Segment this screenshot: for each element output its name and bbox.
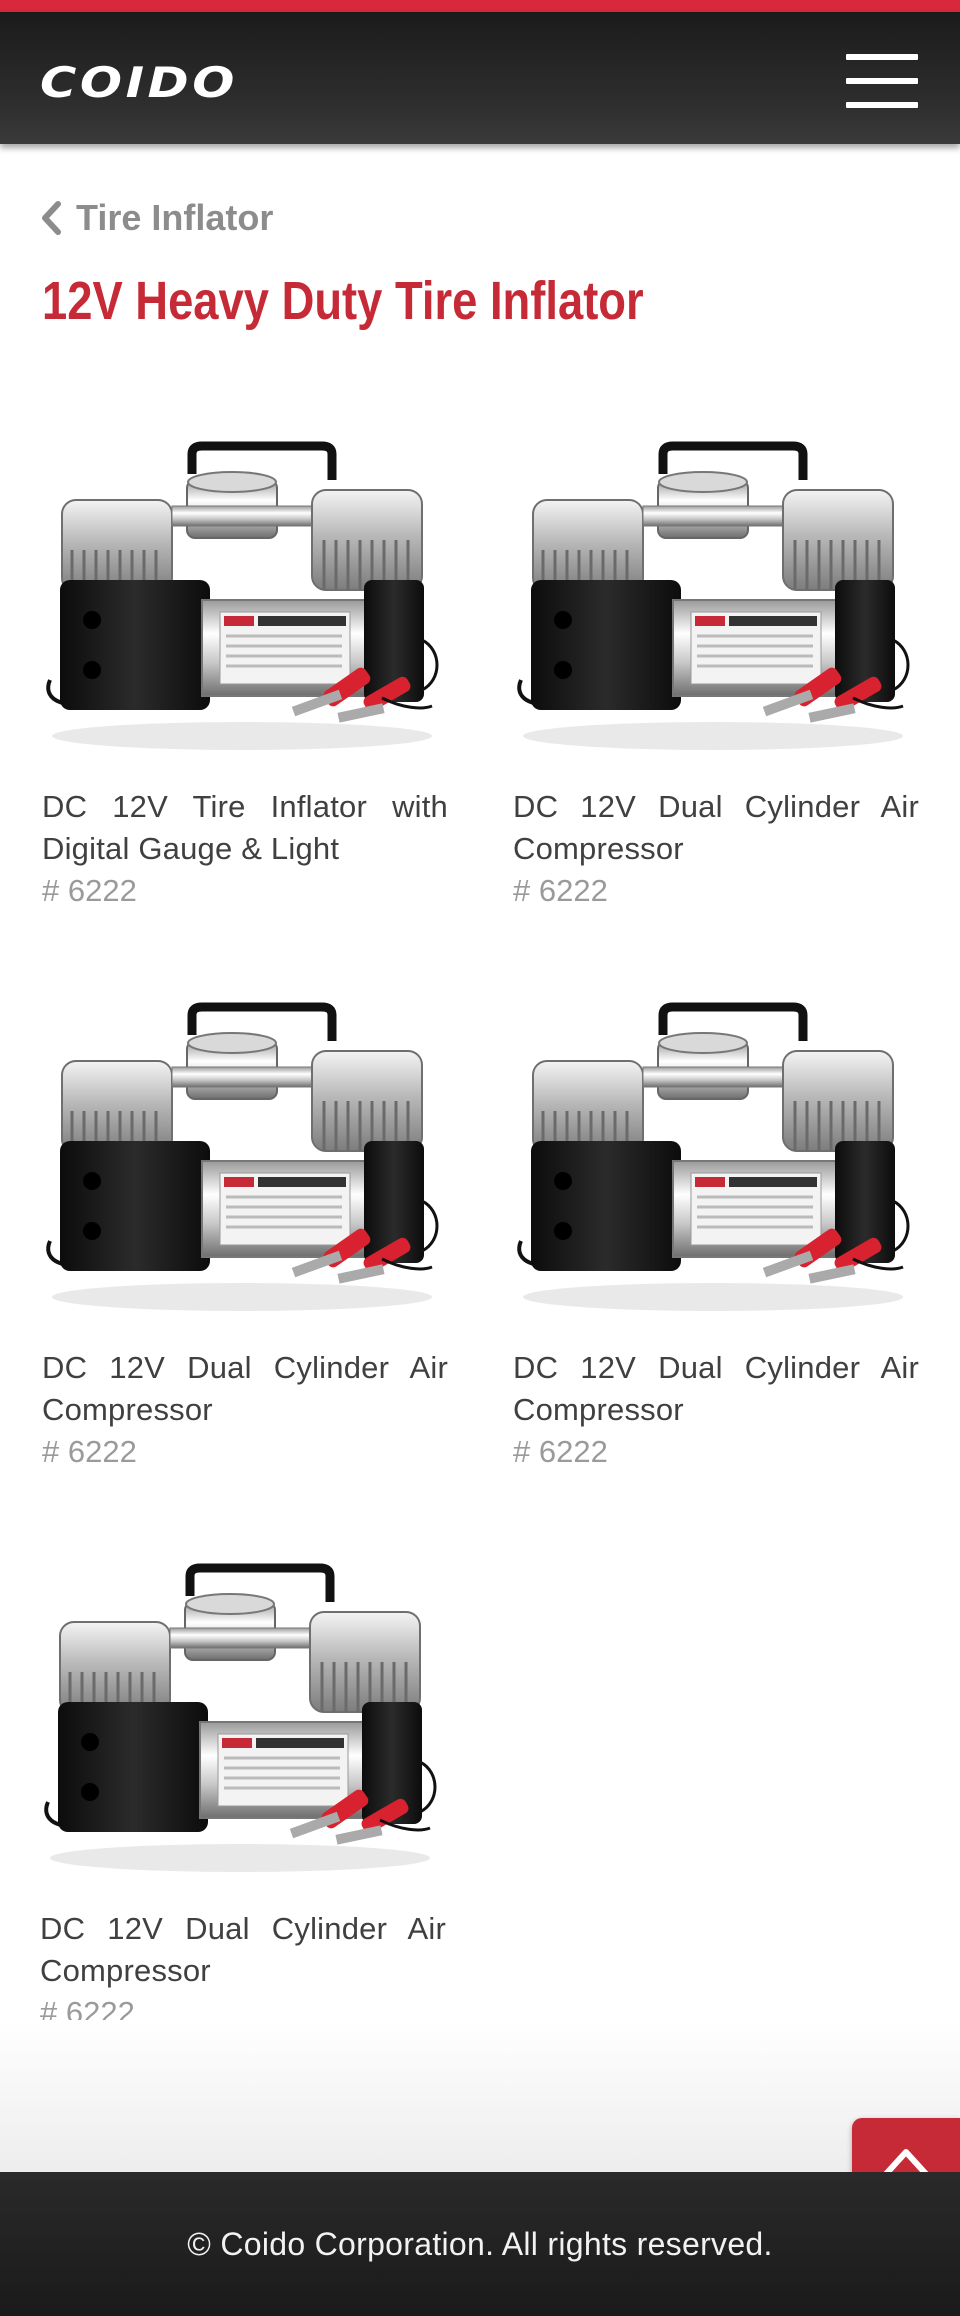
page-title: 12V Heavy Duty Tire Inflator [42,271,644,331]
product-sku: # 6222 [513,1434,608,1469]
product-name[interactable]: DC 12V Tire Inflator with Digital Gauge … [42,786,448,870]
product-image[interactable] [40,1562,446,1882]
product-image[interactable] [513,1001,919,1321]
product-sku: # 6222 [513,873,608,908]
bottom-fade [0,2020,960,2172]
product-image[interactable] [513,440,919,760]
chevron-left-icon [42,201,61,235]
product-name[interactable]: DC 12V Dual Cylinder Air Compressor [513,786,919,870]
product-image[interactable] [42,440,448,760]
product-sku: # 6222 [42,873,137,908]
breadcrumb[interactable]: Tire Inflator [40,196,273,240]
product-card[interactable]: DC 12V Dual Cylinder Air Compressor # 62… [42,1001,448,1473]
site-footer: © Coido Corporation. All rights reserved… [0,2172,960,2316]
menu-bar [846,54,918,60]
product-card[interactable]: DC 12V Dual Cylinder Air Compressor # 62… [513,1001,919,1473]
copyright-text: © Coido Corporation. All rights reserved… [187,2225,773,2262]
product-card[interactable]: DC 12V Dual Cylinder Air Compressor # 62… [513,440,919,912]
product-image[interactable] [42,1001,448,1321]
menu-bar [846,102,918,108]
breadcrumb-label: Tire Inflator [76,197,274,238]
menu-bar [846,78,918,84]
product-card[interactable]: DC 12V Dual Cylinder Air Compressor # 62… [40,1562,446,2034]
site-header: COIDO [0,12,960,144]
product-name[interactable]: DC 12V Dual Cylinder Air Compressor [42,1347,448,1431]
top-accent-stripe [0,0,960,12]
product-name[interactable]: DC 12V Dual Cylinder Air Compressor [513,1347,919,1431]
product-sku: # 6222 [42,1434,137,1469]
hamburger-menu-icon[interactable] [846,54,918,108]
coido-logo[interactable]: COIDO [40,58,238,107]
product-card[interactable]: DC 12V Tire Inflator with Digital Gauge … [42,440,448,912]
product-name[interactable]: DC 12V Dual Cylinder Air Compressor [40,1908,446,1992]
